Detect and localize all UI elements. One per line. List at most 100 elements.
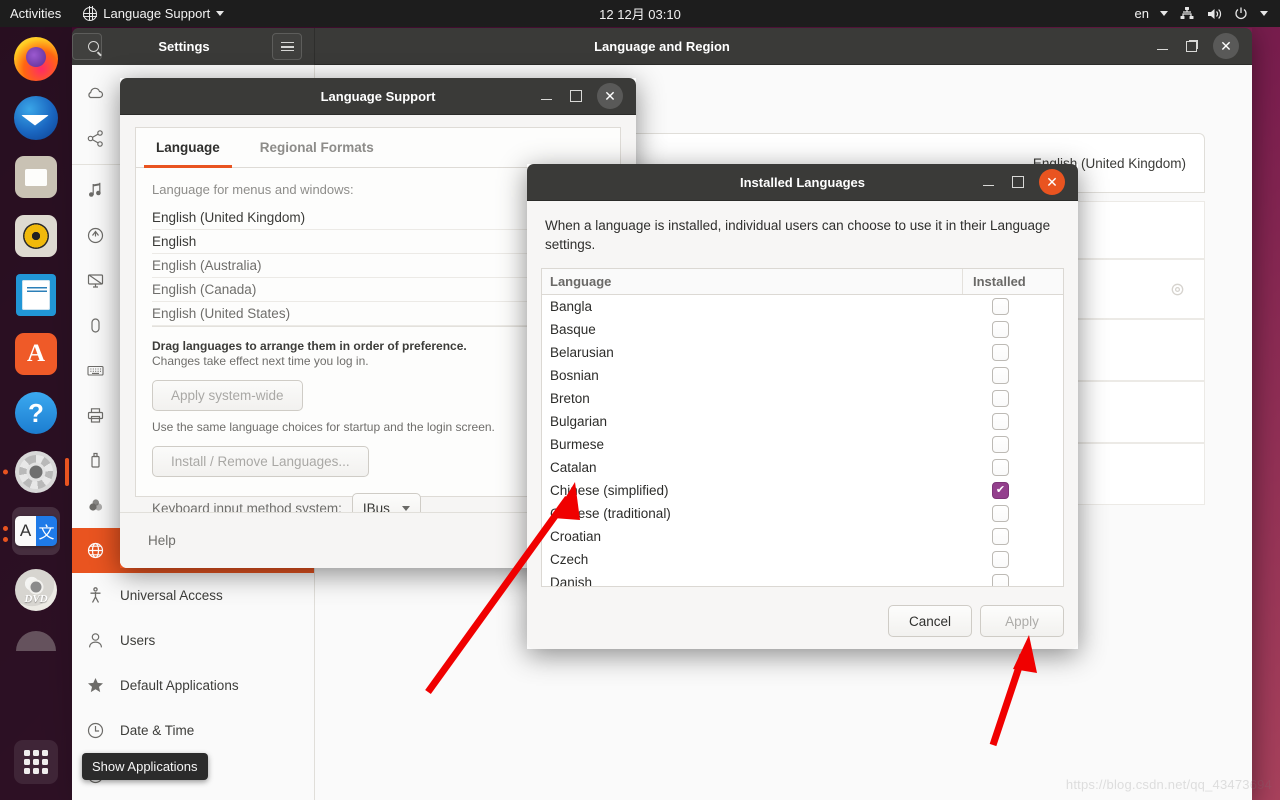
gear-icon <box>1171 283 1184 295</box>
tab-regional-formats[interactable]: Regional Formats <box>240 128 394 167</box>
table-row[interactable]: Belarusian <box>542 341 1063 364</box>
minimize-button[interactable] <box>981 175 996 190</box>
apply-button[interactable]: Apply <box>980 605 1064 637</box>
star-icon <box>86 676 105 695</box>
installed-languages-rows[interactable]: Bangla Basque Belarusian Bosnian Breton Bulga… <box>542 295 1063 587</box>
color-icon <box>86 496 105 515</box>
language-name: Bangla <box>550 299 593 315</box>
installed-checkbox[interactable] <box>992 528 1009 546</box>
installed-cell <box>963 574 1063 587</box>
dock-item-settings[interactable] <box>12 448 60 496</box>
installed-languages-window-controls[interactable]: ✕ <box>981 169 1078 195</box>
language-name: Bulgarian <box>550 414 608 430</box>
installed-cell <box>963 551 1063 569</box>
language-name: Chinese (traditional) <box>550 506 671 522</box>
installed-languages-list-container[interactable]: Language Installed Bangla Basque Belarusia… <box>541 268 1064 588</box>
installed-cell <box>963 459 1063 477</box>
maximize-button[interactable] <box>568 89 583 104</box>
close-button[interactable]: ✕ <box>1039 169 1065 195</box>
volume-icon <box>1208 8 1222 19</box>
table-row[interactable]: Breton <box>542 387 1063 410</box>
system-indicators[interactable]: en <box>1135 6 1280 22</box>
dock-item-firefox[interactable] <box>12 35 60 83</box>
dock-item-ubuntu-software[interactable]: A <box>12 330 60 378</box>
maximize-button[interactable] <box>1010 175 1025 190</box>
table-row[interactable]: Bosnian <box>542 364 1063 387</box>
dock-item-rhythmbox[interactable] <box>12 212 60 260</box>
installed-checkbox[interactable] <box>992 390 1009 408</box>
dock-item-language-support[interactable]: A 文 <box>3 507 60 555</box>
installed-checkbox[interactable] <box>992 367 1009 385</box>
installed-languages-actions[interactable]: Cancel Apply <box>888 605 1064 637</box>
table-row[interactable]: Bangla <box>542 295 1063 318</box>
installed-checkbox[interactable] <box>992 344 1009 362</box>
libreoffice-writer-icon <box>16 274 56 316</box>
installed-cell <box>963 436 1063 454</box>
language-support-window-controls[interactable]: ✕ <box>539 83 636 109</box>
table-row[interactable]: Danish <box>542 571 1063 587</box>
settings-titlebar[interactable]: Settings Language and Region ✕ <box>72 28 1252 65</box>
close-button[interactable]: ✕ <box>1213 33 1239 59</box>
language-support-icon: A 文 <box>15 516 57 546</box>
language-name: Czech <box>550 552 589 568</box>
table-row[interactable]: Catalan <box>542 456 1063 479</box>
activities-button[interactable]: Activities <box>0 6 73 21</box>
apply-system-wide-button[interactable]: Apply system-wide <box>152 380 303 411</box>
installed-cell <box>963 390 1063 408</box>
installed-checkbox[interactable] <box>992 505 1009 523</box>
dock-item-help[interactable]: ? <box>12 389 60 437</box>
table-row[interactable]: Basque <box>542 318 1063 341</box>
minimize-button[interactable] <box>539 89 554 104</box>
settings-menu-button[interactable] <box>272 33 302 60</box>
table-row[interactable]: Croatian <box>542 525 1063 548</box>
installed-checkbox[interactable] <box>992 413 1009 431</box>
language-support-titlebar[interactable]: Language Support ✕ <box>120 78 636 115</box>
chevron-down-icon <box>1260 11 1268 16</box>
keyboard-layout-indicator[interactable]: en <box>1135 6 1149 21</box>
search-button[interactable] <box>72 33 102 60</box>
language-support-tabs[interactable]: Language Regional Formats <box>136 128 620 168</box>
installed-languages-titlebar[interactable]: Installed Languages ✕ <box>527 164 1078 201</box>
language-icon-cjk: 文 <box>36 516 57 546</box>
tab-language[interactable]: Language <box>136 128 240 168</box>
thunderbird-icon <box>14 96 58 140</box>
language-icon-latin: A <box>15 516 36 546</box>
dock-item-files[interactable] <box>12 153 60 201</box>
language-name: Danish <box>550 575 593 588</box>
installed-checkbox[interactable] <box>992 321 1009 339</box>
app-menu-button[interactable]: Language Support <box>73 6 234 21</box>
help-button[interactable]: Help <box>148 533 176 548</box>
installed-checkbox[interactable] <box>992 459 1009 477</box>
dock-item-trash[interactable] <box>12 625 60 651</box>
installed-checkbox[interactable] <box>992 298 1009 316</box>
table-row[interactable]: Burmese <box>542 433 1063 456</box>
dock-item-libreoffice-writer[interactable] <box>12 271 60 319</box>
installed-checkbox[interactable] <box>992 482 1009 500</box>
installed-checkbox[interactable] <box>992 436 1009 454</box>
settings-window-controls[interactable]: ✕ <box>1155 33 1252 59</box>
installed-checkbox[interactable] <box>992 574 1009 587</box>
sidebar-item-users[interactable]: Users <box>72 618 314 663</box>
sidebar-item-universal-access[interactable]: Universal Access <box>72 573 314 618</box>
language-name: Chinese (simplified) <box>550 483 669 499</box>
desktop-screen: Activities Language Support 12 12月 03:10… <box>0 0 1280 800</box>
sidebar-item-default-applications[interactable]: Default Applications <box>72 663 314 708</box>
table-row[interactable]: Bulgarian <box>542 410 1063 433</box>
dock-item-thunderbird[interactable] <box>12 94 60 142</box>
install-remove-languages-button[interactable]: Install / Remove Languages... <box>152 446 369 477</box>
show-applications-button[interactable] <box>12 738 60 786</box>
power-icon <box>1235 7 1247 19</box>
installed-cell <box>963 413 1063 431</box>
table-row[interactable]: Czech <box>542 548 1063 571</box>
minimize-button[interactable] <box>1155 39 1170 54</box>
table-row[interactable]: Chinese (simplified) <box>542 479 1063 502</box>
rhythmbox-icon <box>15 215 57 257</box>
close-button[interactable]: ✕ <box>597 83 623 109</box>
installed-checkbox[interactable] <box>992 551 1009 569</box>
cancel-button[interactable]: Cancel <box>888 605 972 637</box>
dock-item-dvd[interactable]: DVD <box>12 566 60 614</box>
table-row[interactable]: Chinese (traditional) <box>542 502 1063 525</box>
sidebar-item-date-time[interactable]: Date & Time <box>72 708 314 753</box>
display-icon <box>86 271 105 290</box>
maximize-button[interactable] <box>1184 39 1199 54</box>
